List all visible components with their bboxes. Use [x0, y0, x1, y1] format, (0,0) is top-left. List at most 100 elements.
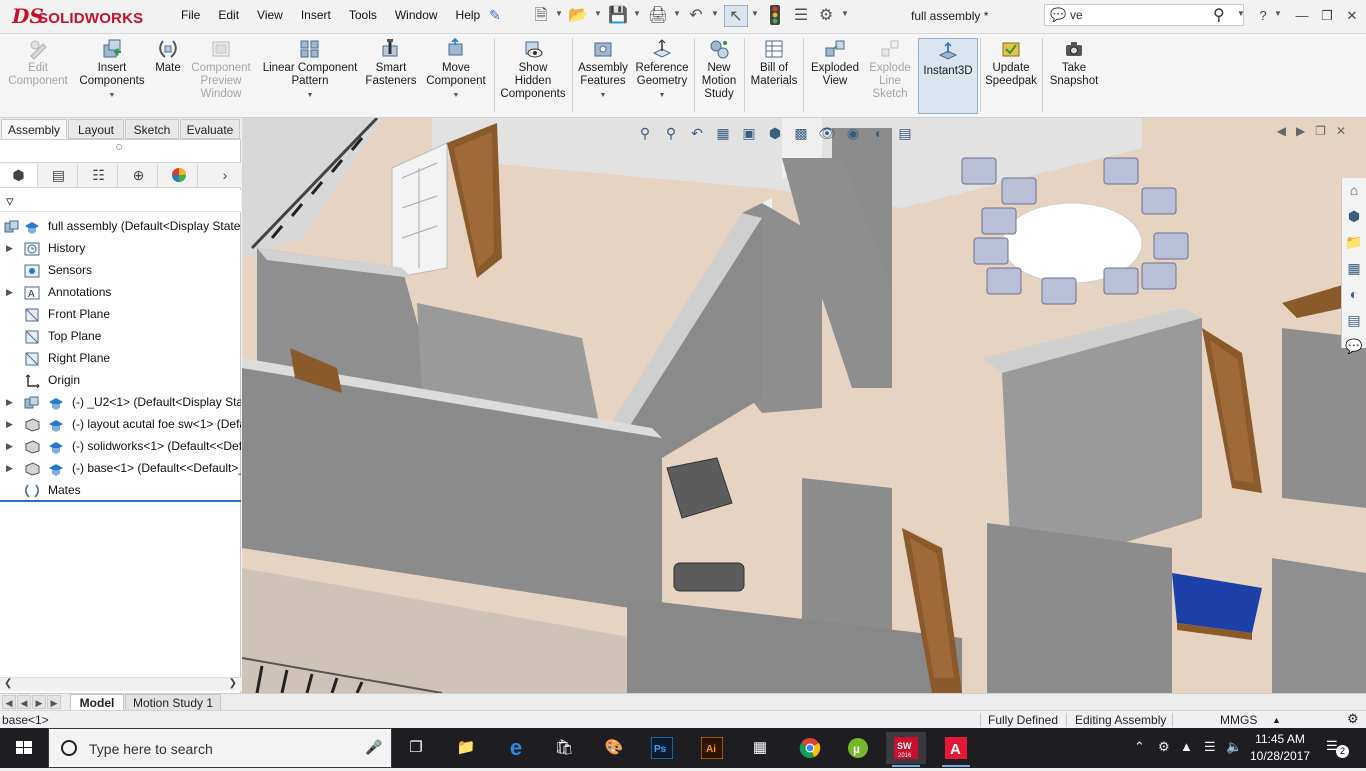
insert-components-button[interactable]: Insert Components ▼: [76, 38, 148, 102]
linear-pattern-dropdown-icon[interactable]: ▼: [260, 89, 360, 102]
paint-app-icon[interactable]: 🎨: [594, 732, 634, 764]
calculator-icon[interactable]: ▦: [740, 732, 780, 764]
zoom-to-area-icon[interactable]: ⚲: [660, 122, 682, 144]
linear-pattern-button[interactable]: Linear Component Pattern ▼: [260, 38, 360, 102]
solidworks-logo[interactable]: DS SOLIDWORKS: [8, 3, 154, 31]
network-tray-icon[interactable]: ⚙: [1158, 739, 1170, 755]
display-style-icon[interactable]: ▩: [790, 122, 812, 144]
menu-help[interactable]: Help: [447, 8, 490, 22]
menu-window[interactable]: Window: [386, 8, 447, 22]
start-button[interactable]: [0, 728, 48, 768]
solidworks-taskbar-icon[interactable]: SW 2016: [886, 732, 926, 767]
taskbar-clock[interactable]: 11:45 AM 10/28/2017: [1248, 731, 1312, 765]
assembly-features-button[interactable]: Assembly Features ▼: [576, 38, 630, 102]
illustrator-icon[interactable]: Ai: [692, 732, 732, 764]
scroll-right-icon[interactable]: ❯: [229, 678, 237, 689]
select-arrow-icon[interactable]: ↖: [724, 5, 748, 27]
open-dropdown-icon[interactable]: ▼: [594, 9, 602, 18]
edge-browser-icon[interactable]: e: [496, 732, 536, 764]
assembly-features-dropdown-icon[interactable]: ▼: [576, 89, 630, 102]
customize-status-icon[interactable]: ⚙: [1347, 711, 1359, 727]
tab-next-icon[interactable]: ▶: [32, 695, 46, 709]
expand-arrow-icon[interactable]: ▶: [6, 457, 13, 479]
tree-item-mates[interactable]: Mates: [0, 479, 241, 501]
units-status[interactable]: MMGS: [1220, 713, 1257, 727]
viewport-prev-icon[interactable]: ◀: [1277, 124, 1286, 138]
expand-arrow-icon[interactable]: ▶: [6, 237, 13, 259]
instant3d-button[interactable]: Instant3D: [918, 38, 978, 114]
help-dropdown-icon[interactable]: ▼: [1274, 9, 1282, 18]
expand-arrow-icon[interactable]: ▶: [6, 391, 13, 413]
hide-show-items-icon[interactable]: 👁: [816, 122, 838, 144]
appearances-icon[interactable]: ◐: [1342, 282, 1366, 306]
view-palette-icon[interactable]: ▦: [1342, 256, 1366, 280]
tab-prev-icon[interactable]: ◀: [17, 695, 31, 709]
close-icon[interactable]: ✕: [1341, 6, 1363, 26]
reference-geometry-dropdown-icon[interactable]: ▼: [632, 89, 692, 102]
task-view-icon[interactable]: ❐: [396, 732, 436, 764]
tab-layout[interactable]: Layout: [68, 119, 124, 139]
expand-arrow-icon[interactable]: ▶: [6, 413, 13, 435]
exploded-view-button[interactable]: Exploded View: [807, 38, 863, 88]
print-icon[interactable]: 🖨: [646, 5, 670, 27]
search-input[interactable]: [1070, 7, 1220, 23]
photoshop-icon[interactable]: Ps: [642, 732, 682, 764]
options-dropdown-icon[interactable]: ▼: [841, 9, 849, 18]
restore-icon[interactable]: ❐: [1316, 6, 1338, 26]
viewport-restore-icon[interactable]: ❐: [1315, 124, 1326, 138]
volume-icon[interactable]: 🔈: [1226, 739, 1242, 755]
tab-last-icon[interactable]: ▶: [47, 695, 61, 709]
autodesk-tray-icon[interactable]: ▲: [1180, 739, 1193, 754]
take-snapshot-button[interactable]: Take Snapshot: [1046, 38, 1102, 88]
rebuild-traffic-light-icon[interactable]: [764, 5, 786, 27]
bill-of-materials-button[interactable]: Bill of Materials: [748, 38, 800, 88]
search-box[interactable]: 💬 ⚲: [1044, 4, 1244, 26]
tree-item-layout[interactable]: ▶ (-) layout acutal foe sw<1> (Default<D…: [0, 413, 241, 435]
autocad-icon[interactable]: A: [936, 732, 976, 767]
scroll-left-icon[interactable]: ❮: [4, 678, 12, 689]
design-library-icon[interactable]: ⬢: [1342, 204, 1366, 228]
tree-item-full-assembly[interactable]: full assembly (Default<Display State-1>): [0, 215, 241, 237]
apply-scene-icon[interactable]: ◐: [868, 122, 890, 144]
mate-button[interactable]: Mate: [152, 38, 184, 75]
new-motion-study-button[interactable]: New Motion Study: [697, 38, 741, 101]
tree-item-solidworks[interactable]: ▶ (-) solidworks<1> (Default<<Default>_D…: [0, 435, 241, 457]
section-view-icon[interactable]: ▦: [712, 122, 734, 144]
show-hidden-icons-icon[interactable]: ⌃: [1134, 739, 1145, 755]
chrome-icon[interactable]: [790, 732, 830, 764]
expand-arrow-icon[interactable]: ▶: [6, 281, 13, 303]
tree-item-u2[interactable]: ▶ (-) _U2<1> (Default<Display State-1>): [0, 391, 241, 413]
new-document-icon[interactable]: 🗎: [530, 5, 552, 27]
file-explorer-icon[interactable]: 📁: [1342, 230, 1366, 254]
explode-line-sketch-button[interactable]: Explode Line Sketch: [864, 38, 916, 101]
options-gear-icon[interactable]: ⚙: [815, 5, 837, 27]
viewport-close-icon[interactable]: ✕: [1336, 124, 1346, 138]
help-question-icon[interactable]: ?: [1252, 6, 1274, 26]
menu-file[interactable]: File: [172, 8, 209, 22]
tree-horizontal-scrollbar[interactable]: ❮ ❯: [0, 677, 241, 691]
minimize-icon[interactable]: —: [1291, 6, 1313, 26]
view-settings-icon[interactable]: ▤: [894, 122, 916, 144]
reference-geometry-button[interactable]: Reference Geometry ▼: [632, 38, 692, 102]
smart-fasteners-button[interactable]: Smart Fasteners: [364, 38, 418, 88]
custom-properties-icon[interactable]: ▤: [1342, 308, 1366, 332]
expand-arrow-icon[interactable]: ▶: [6, 435, 13, 457]
tree-item-front-plane[interactable]: Front Plane: [0, 303, 241, 325]
tree-item-top-plane[interactable]: Top Plane: [0, 325, 241, 347]
menu-tools[interactable]: Tools: [340, 8, 386, 22]
tab-sketch[interactable]: Sketch: [125, 119, 179, 139]
tree-item-sensors[interactable]: Sensors: [0, 259, 241, 281]
search-dropdown-icon[interactable]: ▼: [1237, 9, 1245, 18]
update-speedpak-button[interactable]: Update Speedpak: [983, 38, 1039, 88]
configurationmanager-tab-icon[interactable]: ☷: [80, 164, 118, 187]
menu-edit[interactable]: Edit: [209, 8, 248, 22]
taskbar-search-box[interactable]: Type here to search 🎤: [48, 728, 392, 768]
tab-assembly[interactable]: Assembly: [1, 119, 67, 139]
graphics-area[interactable]: ⚲ ⚲ ↶ ▦ ▣ ⬢ ▩ 👁 ◉ ◐ ▤ ◀ ▶ ❐ ✕ Z Y X: [242, 118, 1366, 693]
panel-tabs-more-icon[interactable]: ›: [210, 164, 240, 187]
insert-components-dropdown-icon[interactable]: ▼: [76, 89, 148, 102]
undo-icon[interactable]: ↶: [684, 5, 708, 27]
store-icon[interactable]: 🛍: [544, 732, 584, 764]
microphone-icon[interactable]: 🎤: [365, 739, 382, 756]
solidworks-resources-icon[interactable]: ⌂: [1342, 178, 1366, 202]
